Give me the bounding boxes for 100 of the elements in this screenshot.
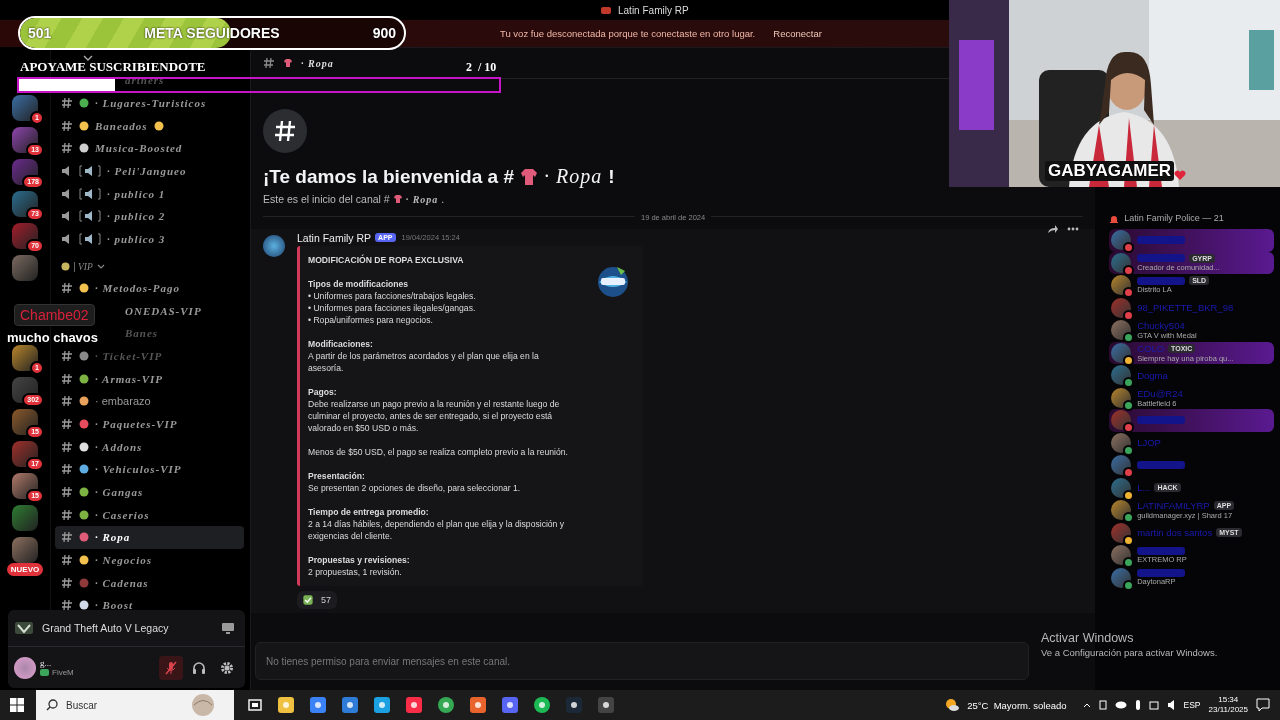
server-icon[interactable] bbox=[12, 377, 38, 403]
embed-text: Debe realizarse un pago previo a la reunión y el restante luego de culminar el proyecto, antes de ser entregado, si el proyecto está valorado en $50 USD o más. bbox=[308, 398, 561, 434]
server-icon[interactable] bbox=[12, 473, 38, 499]
hash-icon bbox=[61, 463, 73, 476]
game-icon bbox=[14, 621, 34, 635]
server-icon[interactable] bbox=[12, 191, 38, 217]
server-icon[interactable] bbox=[12, 409, 38, 435]
channel-item[interactable]: · Vehiculos-VIP bbox=[55, 458, 244, 481]
hash-icon bbox=[263, 57, 275, 69]
user-avatar[interactable] bbox=[14, 656, 36, 679]
channel-item[interactable]: · Negocios bbox=[55, 548, 244, 572]
clock-date: 23/11/2025 bbox=[1208, 705, 1248, 715]
author-name[interactable]: Latin Family RP bbox=[297, 231, 372, 244]
hash-icon bbox=[61, 395, 73, 408]
notification-icon bbox=[1256, 698, 1270, 712]
goal-target: 900 bbox=[372, 25, 396, 41]
speaker-tag-icon bbox=[79, 210, 101, 223]
channel-item[interactable]: · Addons bbox=[55, 435, 244, 458]
member-avatar bbox=[1111, 365, 1132, 386]
language-indicator[interactable]: ESP bbox=[1183, 700, 1201, 710]
activation-text: Ve a Configuración para activar Windows. bbox=[1041, 647, 1218, 658]
embed-text: 2 propuestas, 1 revisión. bbox=[308, 566, 403, 578]
member-avatar bbox=[1111, 320, 1132, 341]
category-name[interactable]: VIP bbox=[74, 261, 93, 272]
member-avatar bbox=[1111, 252, 1132, 273]
reaction-button[interactable]: 57 bbox=[297, 591, 337, 609]
music-icon bbox=[534, 697, 550, 713]
member-item[interactable] bbox=[1109, 229, 1274, 252]
member-avatar bbox=[1111, 545, 1132, 566]
siren-icon bbox=[1109, 213, 1120, 223]
channel-item[interactable]: · Peli'Jangueo bbox=[55, 159, 244, 183]
hash-icon bbox=[61, 119, 73, 132]
server-icon[interactable] bbox=[12, 441, 38, 467]
task-view-icon bbox=[248, 698, 262, 712]
channel-item[interactable]: · Metodos-Pago bbox=[55, 276, 244, 300]
member-avatar bbox=[1111, 230, 1132, 251]
channel-item[interactable]: ONEDAS-VIP bbox=[125, 304, 202, 317]
member-avatar bbox=[1111, 432, 1132, 453]
hash-icon bbox=[61, 576, 73, 589]
channel-item[interactable]: · Ropa bbox=[55, 526, 244, 549]
chevron-up-icon bbox=[1082, 702, 1091, 708]
server-icon[interactable] bbox=[12, 127, 38, 153]
channel-item[interactable]: · publico 3 bbox=[55, 227, 244, 251]
subscribe-label: APOYAME SUSCRIBIENDOTE bbox=[20, 59, 206, 75]
subs-total: / 10 bbox=[478, 60, 497, 75]
channel-item[interactable]: · Gangas bbox=[55, 480, 244, 504]
headset-icon bbox=[192, 660, 206, 675]
welcome-text: Este es el inicio del canal # bbox=[263, 193, 390, 205]
reconnect-button[interactable]: Reconectar bbox=[769, 26, 826, 41]
hash-icon bbox=[61, 554, 73, 567]
hash-icon bbox=[61, 372, 73, 385]
clock-time: 15:34 bbox=[1218, 695, 1239, 705]
blurred-name bbox=[1137, 461, 1186, 470]
user-name: g... bbox=[40, 658, 53, 668]
section-heading: Presentación: bbox=[308, 470, 366, 482]
channel-item[interactable]: Baneados bbox=[55, 114, 244, 138]
channel-item[interactable]: · Lugares-Turisticos bbox=[55, 91, 244, 115]
start-icon bbox=[10, 698, 24, 712]
folder-icon bbox=[278, 697, 294, 713]
channel-item[interactable]: · Caserios bbox=[55, 503, 244, 527]
chevron-icon bbox=[83, 55, 93, 61]
channel-item[interactable]: · Boost bbox=[55, 594, 244, 610]
server-icon[interactable] bbox=[12, 159, 38, 185]
hash-icon bbox=[61, 508, 73, 521]
channel-item[interactable]: · Paquetes-VIP bbox=[55, 412, 244, 436]
member-avatar bbox=[1111, 455, 1132, 476]
weather-icon bbox=[945, 698, 960, 712]
mute-button[interactable] bbox=[159, 655, 183, 680]
hash-icon bbox=[61, 281, 73, 294]
channel-name: · Ropa bbox=[543, 165, 603, 188]
browser-icon bbox=[438, 697, 454, 713]
weather-text: 25°C Mayorm. soleado bbox=[967, 699, 1067, 711]
search-field[interactable]: Buscar bbox=[36, 690, 234, 720]
blurred-name bbox=[1137, 236, 1186, 245]
member-group-header: Latin Family Police — 21 bbox=[1124, 213, 1224, 223]
channel-item[interactable]: · publico 1 bbox=[55, 182, 244, 206]
welcome-heading: ¡Te damos la bienvenida a # bbox=[263, 165, 514, 188]
channel-name: · Ropa bbox=[405, 193, 439, 205]
bot-avatar[interactable] bbox=[263, 235, 285, 257]
cloud-icon bbox=[1114, 701, 1127, 709]
member-avatar bbox=[1111, 567, 1132, 588]
welcome-punctuation: ! bbox=[608, 165, 615, 188]
server-logo-icon bbox=[600, 5, 612, 15]
goal-current: 501 bbox=[28, 25, 52, 41]
speaker-tag-icon bbox=[79, 233, 101, 246]
channel-item[interactable]: Musica-Boosted bbox=[55, 137, 244, 160]
channel-item[interactable]: · Armas-VIP bbox=[55, 367, 244, 390]
volume-icon bbox=[1166, 700, 1176, 710]
forward-icon bbox=[1047, 224, 1060, 234]
channel-item[interactable]: · embarazo bbox=[55, 389, 244, 413]
emoji-icon bbox=[61, 262, 70, 271]
section-heading: Tipos de modificaciones bbox=[308, 278, 410, 290]
embed-text: Menos de $50 USD, el pago se realiza completo previo a la reunión. bbox=[308, 446, 569, 458]
recorder-icon bbox=[598, 697, 614, 713]
browser-icon bbox=[374, 697, 390, 713]
server-icon[interactable] bbox=[12, 223, 38, 249]
blurred-name bbox=[1137, 254, 1186, 263]
embed-text: 2 a 14 días hábiles, dependiendo el plan que elija y la disposición y exigencias del cliente. bbox=[308, 518, 566, 542]
channel-item[interactable]: · Cadenas bbox=[55, 571, 244, 595]
channel-item[interactable]: · publico 2 bbox=[55, 205, 244, 228]
